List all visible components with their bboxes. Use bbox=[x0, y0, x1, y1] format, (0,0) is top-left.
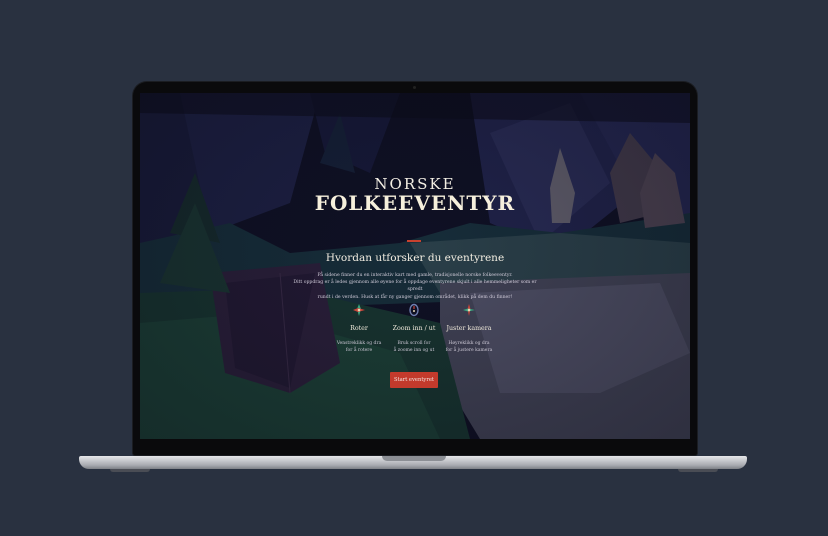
laptop-foot-right bbox=[678, 469, 718, 472]
rotate-icon bbox=[353, 304, 365, 316]
zoom-icon bbox=[409, 303, 419, 317]
section-heading: Hvordan utforsker du eventyrene bbox=[325, 252, 505, 264]
feature-desc: Høyreklikk og dra for å justere kamera bbox=[424, 340, 514, 354]
intro-text: På sidene finner du en interaktiv kart m… bbox=[290, 272, 540, 301]
feature-desc-line: Høyreklikk og dra bbox=[448, 341, 490, 346]
laptop-foot-left bbox=[110, 469, 150, 472]
title-folkeeventyr: FOLKEEVENTYR bbox=[314, 191, 516, 215]
intro-line: Ditt oppdrag er å ledes gjennom alle øye… bbox=[293, 280, 537, 293]
laptop-screen: NORSKE FOLKEEVENTYR Hvordan utforsker du… bbox=[140, 93, 690, 439]
feature-desc-line: for å justere kamera bbox=[445, 348, 493, 353]
move-camera-icon bbox=[463, 304, 475, 316]
hero-content: NORSKE FOLKEEVENTYR Hvordan utforsker du… bbox=[140, 93, 690, 439]
laptop-hinge-notch bbox=[382, 456, 446, 461]
intro-line: rundt i de verden. Husk at får ny ganger… bbox=[317, 294, 513, 300]
accent-divider bbox=[407, 240, 421, 242]
intro-line: På sidene finner du en interaktiv kart m… bbox=[317, 273, 513, 278]
laptop-mockup: NORSKE FOLKEEVENTYR Hvordan utforsker du… bbox=[0, 0, 828, 536]
feature-camera: Juster kamera Høyreklikk og dra for å ju… bbox=[424, 303, 514, 354]
start-adventure-button[interactable]: Start eventyret bbox=[390, 372, 438, 388]
webcam-dot bbox=[413, 86, 416, 89]
feature-title: Juster kamera bbox=[446, 325, 492, 332]
